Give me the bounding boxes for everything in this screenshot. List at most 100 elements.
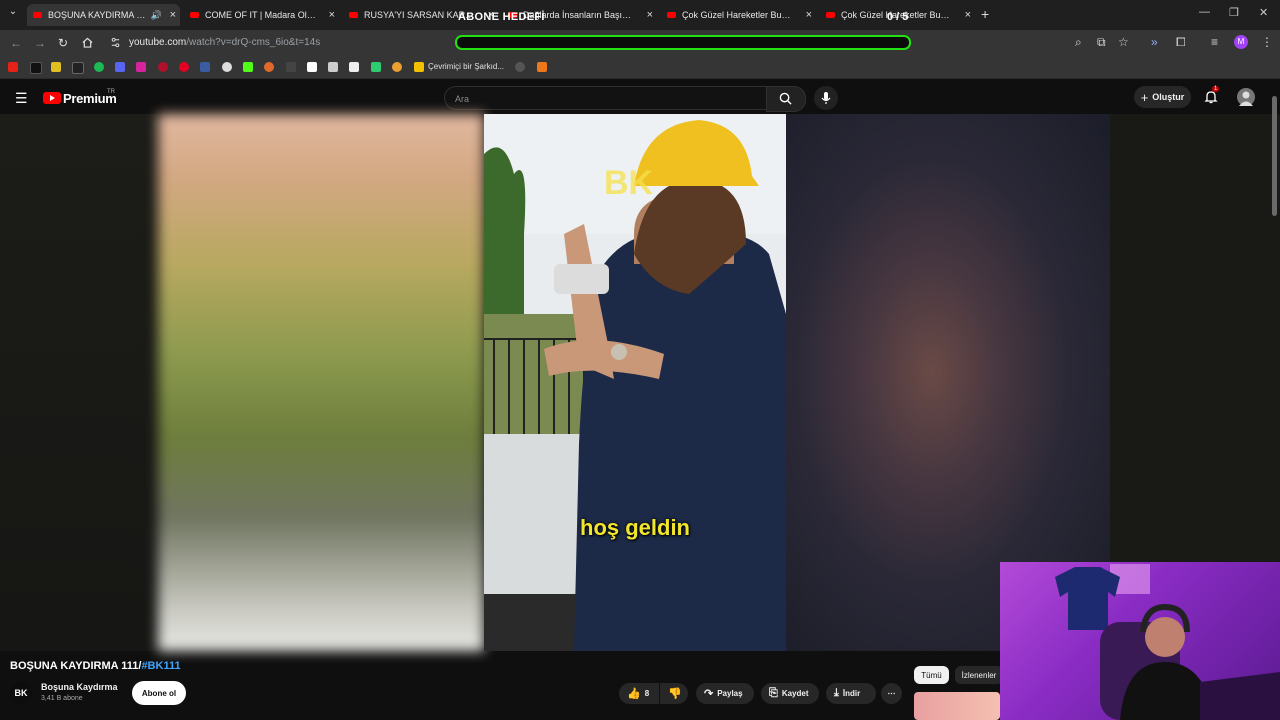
- bookmark-icon[interactable]: [264, 62, 274, 72]
- recommended-video-thumbnail[interactable]: [914, 692, 1000, 720]
- bookmark-icon[interactable]: [200, 62, 210, 72]
- tab-title: BOŞUNA KAYDIRMA 111/#: [48, 10, 148, 20]
- subscriber-goal-progress-bar: [455, 35, 911, 50]
- bookmark-kick-icon[interactable]: [243, 62, 253, 72]
- media-controls-icon[interactable]: ≡: [1211, 35, 1218, 49]
- thumbs-up-icon: 👍: [627, 688, 641, 700]
- youtube-favicon-icon: [667, 12, 676, 18]
- tab-close-icon[interactable]: ×: [170, 9, 176, 21]
- share-label: Paylaş: [717, 689, 743, 698]
- like-count: 8: [644, 689, 650, 698]
- voice-search-button[interactable]: [814, 86, 838, 110]
- bookmark-song-label[interactable]: Çevrimiçi bir Şarkıd...: [428, 62, 504, 71]
- minimize-icon[interactable]: —: [1199, 6, 1210, 18]
- bookmark-music-icon[interactable]: [414, 62, 424, 72]
- home-icon[interactable]: [82, 37, 93, 48]
- bookmark-gmail-icon[interactable]: [307, 62, 317, 72]
- download-button[interactable]: ⤓ İndir: [826, 683, 876, 704]
- forward-icon[interactable]: →: [34, 36, 46, 50]
- tab-close-icon[interactable]: ×: [806, 9, 812, 21]
- tab-close-icon[interactable]: ×: [965, 9, 971, 21]
- user-icon: [1239, 91, 1253, 106]
- browser-menu-icon[interactable]: ⋮: [1261, 35, 1273, 49]
- thumbs-down-icon: 👎: [668, 688, 682, 700]
- search-input[interactable]: [445, 87, 757, 111]
- bookmark-icon[interactable]: [222, 62, 232, 72]
- bookmark-icon[interactable]: [328, 62, 338, 72]
- save-button[interactable]: ⎘ Kaydet: [761, 683, 819, 704]
- zoom-icon[interactable]: ⌕: [1075, 35, 1082, 50]
- create-button[interactable]: + Oluştur: [1134, 86, 1191, 108]
- new-tab-button[interactable]: +: [981, 6, 989, 22]
- install-app-icon[interactable]: ⧉: [1097, 35, 1106, 50]
- hashtag-link[interactable]: #BK111: [141, 660, 180, 672]
- speaker-icon[interactable]: 🔊: [151, 10, 162, 21]
- profile-avatar[interactable]: M: [1234, 35, 1248, 49]
- channel-avatar[interactable]: BK: [10, 682, 32, 704]
- tab-cok-guzel-15[interactable]: Çok Güzel Hareketler Bunlar 15 ×: [661, 4, 816, 26]
- filter-chip-watched[interactable]: İzlenenler: [955, 666, 1003, 684]
- player-letterbox-left: [0, 114, 158, 651]
- bookmark-icon[interactable]: [515, 62, 525, 72]
- bookmark-pinterest-icon[interactable]: [179, 62, 189, 72]
- tab-title: Çok Güzel Hareketler Bunlar 15: [682, 10, 794, 20]
- extension-icon[interactable]: »: [1151, 35, 1158, 49]
- bookmark-icon[interactable]: [371, 62, 381, 72]
- share-icon: ↷: [704, 688, 714, 700]
- back-icon[interactable]: ←: [10, 36, 22, 50]
- window-close-icon[interactable]: ✕: [1259, 6, 1268, 19]
- guide-menu-icon[interactable]: ☰: [15, 90, 28, 107]
- account-avatar[interactable]: [1237, 88, 1255, 106]
- channel-name[interactable]: Boşuna Kaydırma: [41, 682, 118, 692]
- search-button[interactable]: [766, 86, 806, 112]
- url-path: /watch?v=drQ-cms_6io&t=14s: [186, 37, 321, 48]
- video-frame[interactable]: BK: [484, 114, 786, 651]
- dislike-button[interactable]: 👎: [660, 683, 688, 704]
- bookmark-spotify-icon[interactable]: [94, 62, 104, 72]
- bookmark-icon[interactable]: [392, 62, 402, 72]
- video-title-text: BOŞUNA KAYDIRMA 111/: [10, 660, 142, 672]
- bookmark-icon[interactable]: [286, 62, 296, 72]
- country-code: TR: [107, 89, 115, 95]
- bookmark-instagram-icon[interactable]: [136, 62, 146, 72]
- bookmark-icon[interactable]: [158, 62, 168, 72]
- download-label: İndir: [842, 689, 861, 698]
- blurred-backdrop-left: [158, 114, 484, 651]
- url-host: youtube.com: [129, 37, 187, 48]
- more-actions-button[interactable]: ⋯: [881, 683, 902, 704]
- bookmark-discord-icon[interactable]: [115, 62, 125, 72]
- share-button[interactable]: ↷ Paylaş: [696, 683, 754, 704]
- bookmark-s-icon[interactable]: [51, 62, 61, 72]
- reload-icon[interactable]: ↻: [58, 36, 68, 50]
- tab-search-chevron-icon[interactable]: ⌄: [6, 6, 20, 22]
- create-label: Oluştur: [1152, 92, 1185, 102]
- notifications-button[interactable]: 1: [1203, 86, 1220, 110]
- address-bar[interactable]: youtube.com/watch?v=drQ-cms_6io&t=14s: [129, 37, 320, 48]
- filter-chip-all[interactable]: Tümü: [914, 666, 949, 684]
- save-label: Kaydet: [781, 689, 809, 698]
- plus-icon: +: [1140, 89, 1149, 105]
- video-subtitle: hoş geldin: [580, 515, 690, 540]
- bookmark-youtube-icon[interactable]: [8, 62, 18, 72]
- bookmark-audio-icon[interactable]: [537, 62, 547, 72]
- video-title: BOŞUNA KAYDIRMA 111/#BK111: [10, 660, 181, 672]
- like-button[interactable]: 👍 8: [619, 683, 659, 704]
- tab-come-of-it[interactable]: COME OF IT | Madara Olduk #7 ×: [184, 4, 339, 26]
- bookmark-icon[interactable]: [349, 62, 359, 72]
- extensions-puzzle-icon[interactable]: ⧠: [1176, 35, 1186, 50]
- tab-bosuna-kaydirma[interactable]: BOŞUNA KAYDIRMA 111/# 🔊 ×: [27, 4, 180, 26]
- bookmark-x-icon[interactable]: [72, 62, 84, 74]
- bookmark-star-icon[interactable]: ☆: [1118, 35, 1129, 49]
- subscribe-button[interactable]: Abone ol: [132, 681, 186, 705]
- site-info-icon[interactable]: [110, 37, 121, 48]
- scrollbar-thumb[interactable]: [1272, 96, 1277, 216]
- bookmark-tiktok-icon[interactable]: [30, 62, 42, 74]
- overlay-goal-title: ABONE HEDEFİ: [458, 11, 545, 23]
- search-box[interactable]: [444, 86, 768, 111]
- maximize-icon[interactable]: ❐: [1229, 6, 1239, 19]
- webcam-image: [1055, 564, 1280, 720]
- tab-close-icon[interactable]: ×: [647, 9, 653, 21]
- youtube-logo-icon[interactable]: [43, 92, 61, 104]
- youtube-favicon-icon: [33, 12, 42, 18]
- tab-close-icon[interactable]: ×: [329, 9, 335, 21]
